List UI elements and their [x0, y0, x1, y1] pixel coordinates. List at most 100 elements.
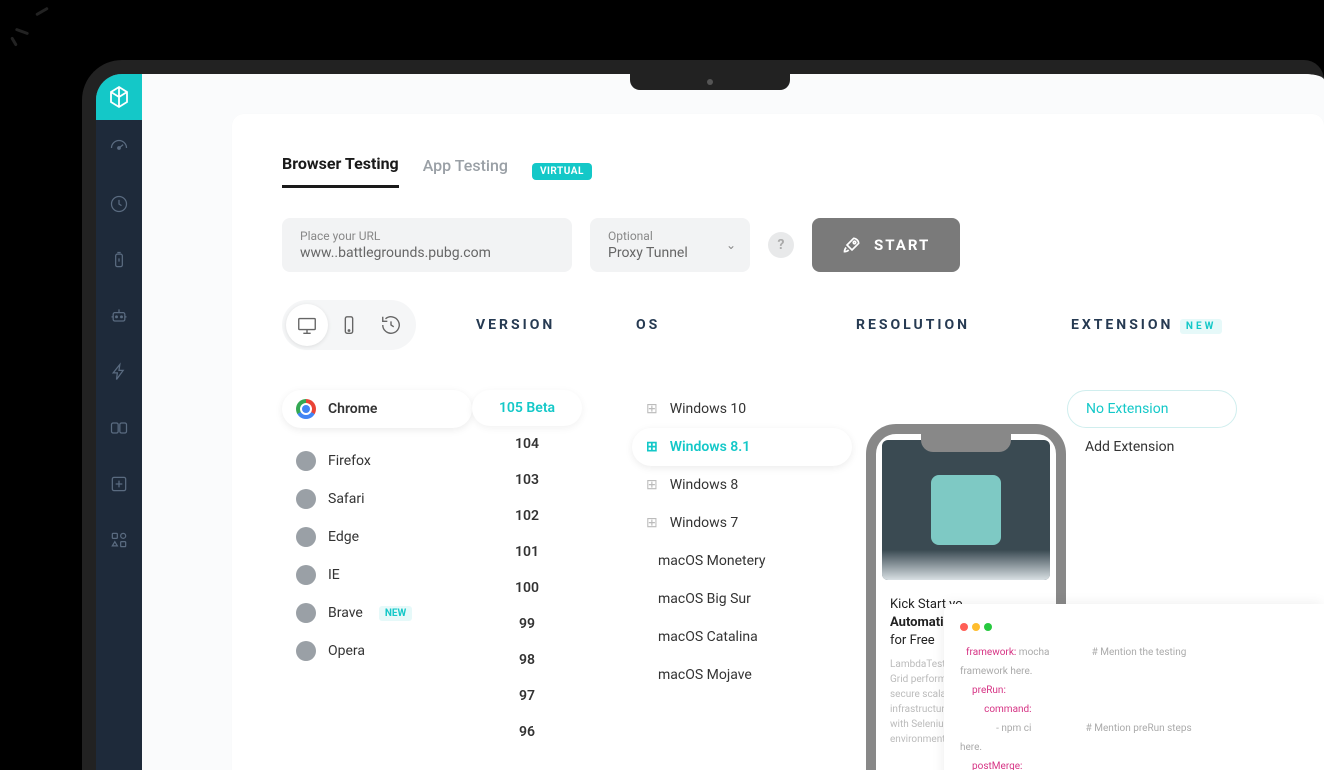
resolution-header: RESOLUTION [856, 317, 1071, 333]
url-label: Place your URL [300, 229, 554, 243]
tab-app-testing[interactable]: App Testing [423, 156, 508, 187]
rocket-icon [842, 235, 862, 255]
os-item[interactable]: ⊞ Windows 8.1 [632, 428, 852, 466]
phone-notch [921, 434, 1011, 452]
phone-hero-image [882, 440, 1050, 580]
os-item[interactable]: ⊞ Windows 10 [632, 390, 852, 428]
apps-icon[interactable] [96, 512, 142, 568]
chrome-icon [296, 399, 316, 419]
os-label: macOS Mojave [658, 667, 752, 683]
browser-label: Safari [328, 491, 365, 507]
browser-item-firefox[interactable]: Firefox [282, 442, 472, 480]
os-item[interactable]: macOS Monetery [632, 542, 852, 580]
windows-icon: ⊞ [646, 401, 658, 417]
browser-label: Brave [328, 605, 363, 621]
os-label: macOS Catalina [658, 629, 758, 645]
history-device-button[interactable] [370, 304, 412, 346]
url-input-group[interactable]: Place your URL [282, 218, 572, 272]
browser-label: Chrome [328, 401, 377, 417]
extension-header: EXTENSION NEW [1071, 317, 1222, 333]
laptop-frame: Browser Testing App Testing VIRTUAL Plac… [82, 60, 1324, 770]
browser-item-ie[interactable]: IE [282, 556, 472, 594]
chevron-down-icon: ⌄ [726, 238, 736, 252]
version-item[interactable]: 97 [472, 678, 582, 714]
controls-row: Place your URL Optional Proxy Tunnel ⌄ ?… [282, 218, 1274, 272]
browser-item-chrome[interactable]: Chrome [282, 390, 472, 428]
code-window: framework: mocha # Mention the testing f… [944, 604, 1324, 770]
os-item[interactable]: macOS Catalina [632, 618, 852, 656]
code-block: framework: mocha # Mention the testing f… [960, 643, 1308, 770]
proxy-value: Proxy Tunnel [608, 245, 732, 261]
os-item[interactable]: ⊞ Windows 8 [632, 466, 852, 504]
version-item[interactable]: 96 [472, 714, 582, 750]
window-dots [960, 616, 1308, 635]
version-item[interactable]: 100 [472, 570, 582, 606]
version-header: VERSION [476, 317, 636, 333]
os-header: OS [636, 317, 856, 333]
os-column: ⊞ Windows 10 ⊞ Windows 8.1 ⊞ Windows 8 ⊞ Win… [632, 390, 852, 750]
device-toggle [282, 300, 416, 350]
os-item[interactable]: ⊞ Windows 7 [632, 504, 852, 542]
robot-icon[interactable] [96, 288, 142, 344]
browser-item-brave[interactable]: Brave NEW [282, 594, 472, 632]
add-icon[interactable] [96, 456, 142, 512]
version-item[interactable]: 105 Beta [472, 390, 582, 426]
version-item[interactable]: 102 [472, 498, 582, 534]
start-button[interactable]: START [812, 218, 960, 272]
browser-label: Opera [328, 643, 365, 659]
os-label: Windows 8 [670, 477, 739, 493]
sidebar [96, 74, 142, 770]
lightning-icon[interactable] [96, 344, 142, 400]
browser-label: Edge [328, 529, 359, 545]
browsers-column: Chrome Firefox Safari Edge IE Brave NEW O… [282, 390, 472, 750]
tab-browser-testing[interactable]: Browser Testing [282, 154, 399, 188]
add-extension-item[interactable]: Add Extension [1067, 428, 1237, 466]
windows-icon: ⊞ [646, 515, 658, 531]
brave-icon [296, 603, 316, 623]
firefox-icon [296, 451, 316, 471]
versions-column: 105 Beta 104 103 102 101 100 99 98 97 96 [472, 390, 632, 750]
version-item[interactable]: 104 [472, 426, 582, 462]
virtual-badge: VIRTUAL [532, 163, 592, 180]
opera-icon [296, 641, 316, 661]
windows-icon: ⊞ [646, 477, 658, 493]
os-label: macOS Monetery [658, 553, 766, 569]
version-item[interactable]: 101 [472, 534, 582, 570]
new-badge: NEW [1180, 319, 1222, 334]
edge-icon [296, 527, 316, 547]
os-label: Windows 10 [670, 401, 746, 417]
extension-header-text: EXTENSION [1071, 317, 1173, 333]
new-badge: NEW [379, 606, 412, 621]
browser-label: Firefox [328, 453, 371, 469]
url-input[interactable] [300, 245, 554, 261]
proxy-select[interactable]: Optional Proxy Tunnel ⌄ [590, 218, 750, 272]
version-item[interactable]: 103 [472, 462, 582, 498]
ie-icon [296, 565, 316, 585]
browser-label: IE [328, 567, 340, 583]
browser-item-safari[interactable]: Safari [282, 480, 472, 518]
history-icon[interactable] [96, 176, 142, 232]
browser-item-opera[interactable]: Opera [282, 632, 472, 670]
compare-icon[interactable] [96, 400, 142, 456]
dashboard-icon[interactable] [96, 120, 142, 176]
proxy-label: Optional [608, 229, 732, 243]
laptop-notch [630, 74, 790, 90]
browser-item-edge[interactable]: Edge [282, 518, 472, 556]
app-logo[interactable] [96, 74, 142, 120]
os-item[interactable]: macOS Mojave [632, 656, 852, 694]
battery-icon[interactable] [96, 232, 142, 288]
safari-icon [296, 489, 316, 509]
tabs-row: Browser Testing App Testing VIRTUAL [282, 154, 1274, 188]
os-item[interactable]: macOS Big Sur [632, 580, 852, 618]
start-label: START [874, 236, 930, 254]
windows-icon: ⊞ [646, 439, 658, 455]
os-label: Windows 8.1 [670, 439, 751, 455]
desktop-device-button[interactable] [286, 304, 328, 346]
version-item[interactable]: 99 [472, 606, 582, 642]
no-extension-item[interactable]: No Extension [1067, 390, 1237, 428]
help-icon[interactable]: ? [768, 232, 794, 258]
mobile-device-button[interactable] [328, 304, 370, 346]
version-item[interactable]: 98 [472, 642, 582, 678]
os-label: Windows 7 [670, 515, 739, 531]
main-content: Browser Testing App Testing VIRTUAL Plac… [142, 74, 1324, 770]
